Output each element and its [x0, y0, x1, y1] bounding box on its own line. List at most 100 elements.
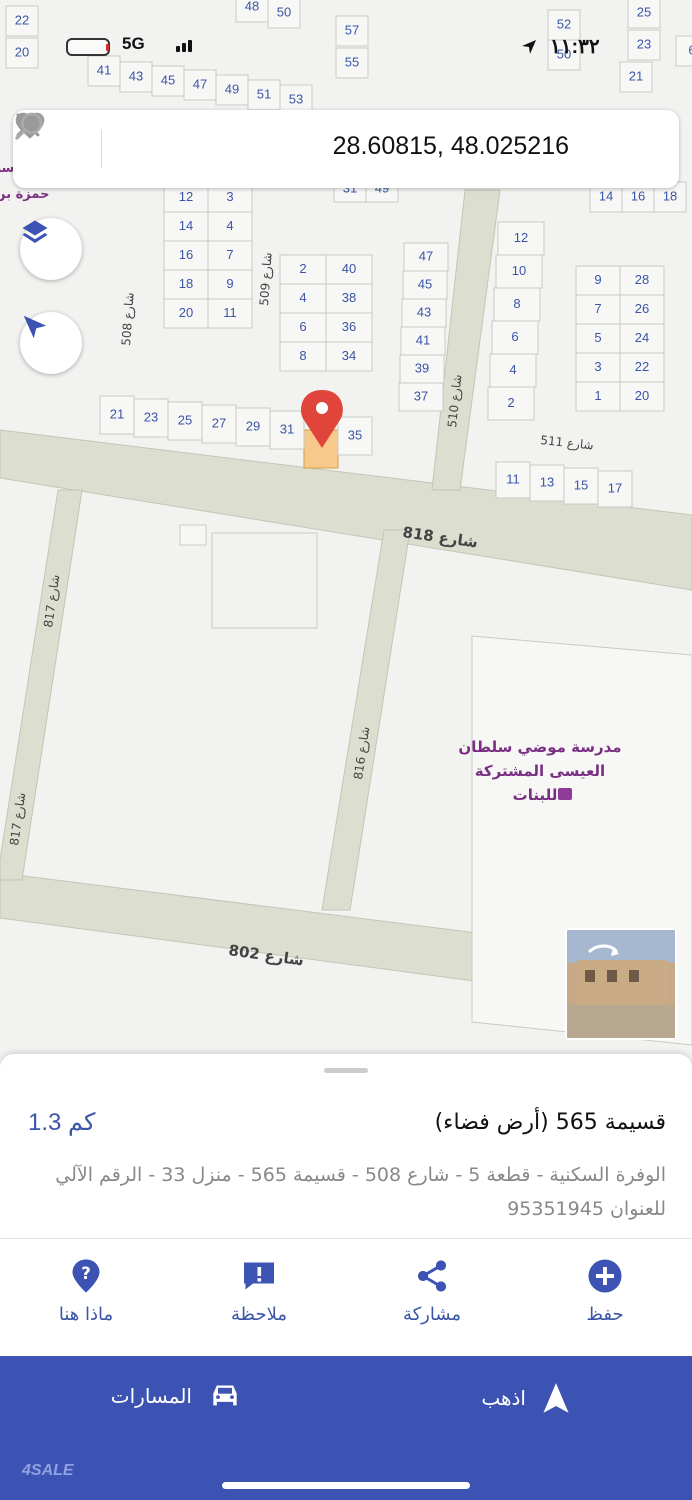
- plot-top-9-number: 48: [245, 0, 259, 13]
- poi-label-partial[interactable]: حمزة بن: [0, 187, 49, 202]
- plot-mid-0-number: 2: [299, 261, 306, 276]
- plot-left-6-number: 18: [179, 276, 193, 291]
- go-button[interactable]: اذهب: [481, 1382, 570, 1414]
- routes-label: المسارات: [110, 1384, 192, 1408]
- plot-left-8-number: 20: [179, 305, 193, 320]
- plot-r2-4-number: 5: [594, 330, 601, 345]
- plot-510-4-number: 39: [415, 360, 429, 375]
- plot-818-1-number: 23: [144, 409, 158, 424]
- plot-top-3-number: 43: [129, 68, 143, 83]
- plot-mid-5-number: 36: [342, 319, 356, 334]
- plot-top-6-number: 49: [225, 81, 239, 96]
- search-query[interactable]: 28.60815, 48.025216: [333, 132, 569, 161]
- plot-818-3-number: 27: [212, 415, 226, 430]
- plot-r2-2-number: 7: [594, 301, 601, 316]
- signal-icon: [176, 40, 192, 52]
- share-label: مشاركة: [402, 1304, 462, 1325]
- plot-r1-0-number: 12: [514, 230, 528, 245]
- location-arrow-icon: [522, 40, 536, 54]
- plot-r2-9-number: 20: [635, 388, 649, 403]
- plot-r1-2-number: 8: [513, 296, 520, 311]
- plot-r1-5-number: 2: [507, 395, 514, 410]
- plot-top-12-number: 55: [345, 54, 359, 69]
- navigate-icon: [543, 1383, 569, 1413]
- school-label-line2[interactable]: العيسى المشتركة: [475, 762, 605, 780]
- road-label-509: شارع 509: [257, 252, 276, 306]
- school-label-line1[interactable]: مدرسة موضي سلطان: [458, 738, 621, 756]
- plot-510-3-number: 41: [416, 332, 430, 347]
- note-label: ملاحظة: [231, 1304, 287, 1325]
- street-view-thumbnail[interactable]: [565, 928, 677, 1040]
- locate-button[interactable]: [20, 312, 82, 374]
- action-row: حفظ مشاركة ملاحظة ? ماذا هنا: [0, 1258, 692, 1348]
- clock: ١١:٣٢: [550, 36, 600, 58]
- place-sheet[interactable]: 1.3 كم قسيمة 565 (أرض فضاء) الوفرة السكن…: [0, 1054, 692, 1500]
- road-label-508: شارع 508: [119, 292, 138, 346]
- plot-top-11-number: 57: [345, 22, 359, 37]
- place-title: قسيمة 565 (أرض فضاء): [434, 1110, 666, 1135]
- plot-r2-12-number: 18: [663, 188, 677, 203]
- plot-r2-1-number: 28: [635, 272, 649, 287]
- plot-mid-3-number: 38: [342, 290, 356, 305]
- plot-r2-6-number: 3: [594, 359, 601, 374]
- map-view[interactable]: 2220414345474951534850575552502523216123…: [0, 0, 692, 1080]
- plot-top-4-number: 45: [161, 72, 175, 87]
- plot-left-1-number: 3: [226, 189, 233, 204]
- plot-left-4-number: 16: [179, 247, 193, 262]
- plot-mid-7-number: 34: [342, 348, 356, 363]
- school-icon: [558, 788, 572, 800]
- plot-511-1-number: 13: [540, 474, 554, 489]
- note-button[interactable]: ملاحظة: [199, 1258, 319, 1325]
- plot-grid: 2220414345474951534850575552502523216123…: [5, 0, 692, 508]
- plot-r1-3-number: 6: [511, 329, 518, 344]
- plot-left-2-number: 14: [179, 218, 193, 233]
- navigation-bar: اذهب المسارات 4SALE: [0, 1356, 692, 1500]
- plot-511-3-number: 17: [608, 480, 622, 495]
- plot-818-2-number: 25: [178, 412, 192, 427]
- plot-top-1-number: 20: [15, 44, 29, 59]
- small-plot: [179, 524, 207, 546]
- school-label-line3[interactable]: للبنات: [513, 786, 558, 804]
- plot-r2-10-number: 14: [599, 188, 613, 203]
- plot-510-0-number: 47: [419, 248, 433, 263]
- plot-top-15-number: 25: [637, 4, 651, 19]
- car-icon: [213, 1385, 237, 1406]
- plot-top-10-number: 50: [277, 4, 291, 19]
- plot-r2-11-number: 16: [631, 188, 645, 203]
- plot-left-3-number: 4: [226, 218, 233, 233]
- whats-here-button[interactable]: ? ماذا هنا: [26, 1258, 146, 1325]
- place-address: الوفرة السكنية - قطعة 5 - شارع 508 - قسي…: [55, 1164, 666, 1220]
- search-icon[interactable]: [13, 110, 45, 142]
- save-button[interactable]: حفظ: [545, 1258, 665, 1325]
- home-indicator[interactable]: [222, 1482, 470, 1489]
- plus-circle-icon: [588, 1259, 622, 1293]
- plot-mid-2-number: 4: [299, 290, 306, 305]
- help-icon: ?: [72, 1259, 100, 1293]
- plot-top-7-number: 51: [257, 86, 271, 101]
- routes-button[interactable]: المسارات: [111, 1382, 242, 1410]
- plot-510-2-number: 43: [417, 304, 431, 319]
- search-divider: [101, 130, 102, 168]
- go-label: اذهب: [481, 1386, 526, 1410]
- plot-818-7-number: 35: [348, 427, 362, 442]
- plot-818-5-number: 31: [280, 421, 294, 436]
- distance-label: 1.3 كم: [28, 1109, 96, 1136]
- plot-510-1-number: 45: [418, 276, 432, 291]
- road-816: [321, 529, 411, 911]
- sheet-handle[interactable]: [324, 1068, 368, 1073]
- layers-icon: [22, 220, 48, 243]
- plot-top-0-number: 22: [15, 12, 29, 27]
- share-button[interactable]: مشاركة: [372, 1258, 492, 1325]
- plot-top-13-number: 52: [557, 16, 571, 31]
- plot-top-17-number: 21: [629, 68, 643, 83]
- layers-button[interactable]: [20, 218, 82, 280]
- battery-icon: [66, 38, 110, 56]
- plot-top-5-number: 47: [193, 76, 207, 91]
- plot-left-5-number: 7: [226, 247, 233, 262]
- plot-r2-7-number: 22: [635, 359, 649, 374]
- network-label: 5G: [122, 34, 145, 53]
- plot-r2-5-number: 24: [635, 330, 649, 345]
- plot-510-5-number: 37: [414, 388, 428, 403]
- plot-511-0-number: 11: [506, 471, 520, 486]
- search-bar[interactable]: 28.60815, 48.025216: [13, 110, 679, 188]
